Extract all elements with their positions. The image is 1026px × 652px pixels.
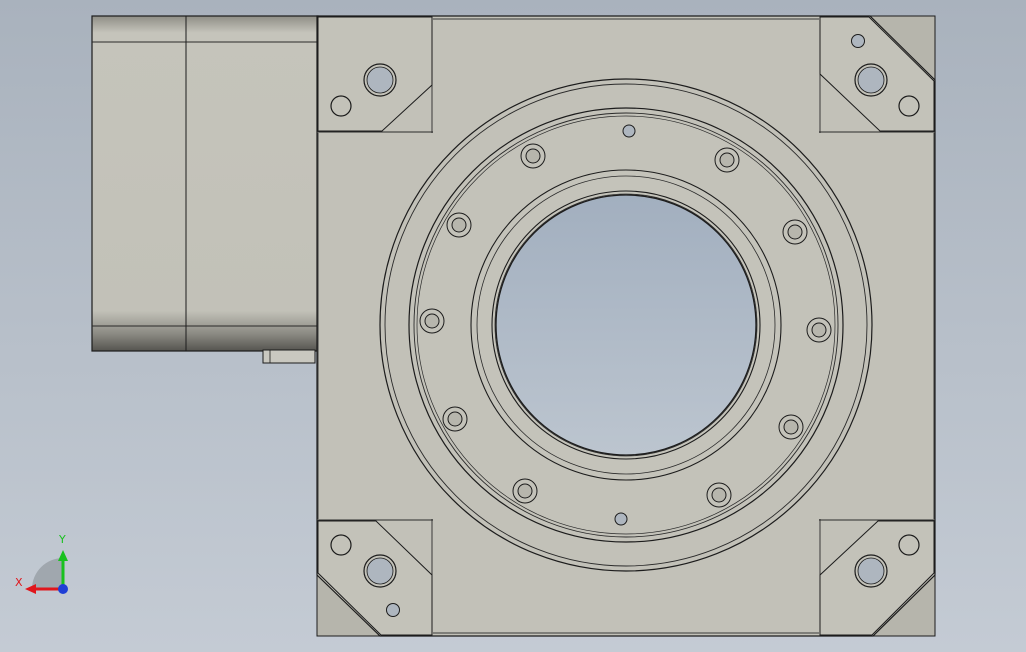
pin-hole bbox=[622, 124, 636, 138]
axis-y-label: Y bbox=[59, 533, 66, 546]
cad-graphics-viewport[interactable]: Y X bbox=[0, 0, 1026, 652]
bolt-hole bbox=[512, 478, 538, 504]
bolt-hole bbox=[714, 147, 740, 173]
rotary-actuator-model[interactable] bbox=[0, 0, 1026, 652]
coordinate-triad bbox=[25, 550, 68, 594]
pin-hole bbox=[614, 512, 628, 526]
bolt-hole bbox=[419, 308, 445, 334]
bolt-hole bbox=[706, 482, 732, 508]
bolt-hole bbox=[442, 406, 468, 432]
bolt-hole bbox=[782, 219, 808, 245]
bolt-hole bbox=[806, 317, 832, 343]
bolt-hole bbox=[520, 143, 546, 169]
center-bore[interactable] bbox=[495, 194, 757, 456]
bolt-hole bbox=[778, 414, 804, 440]
motor-body[interactable] bbox=[91, 15, 319, 364]
bolt-hole bbox=[446, 212, 472, 238]
axis-x-label: X bbox=[15, 576, 23, 589]
